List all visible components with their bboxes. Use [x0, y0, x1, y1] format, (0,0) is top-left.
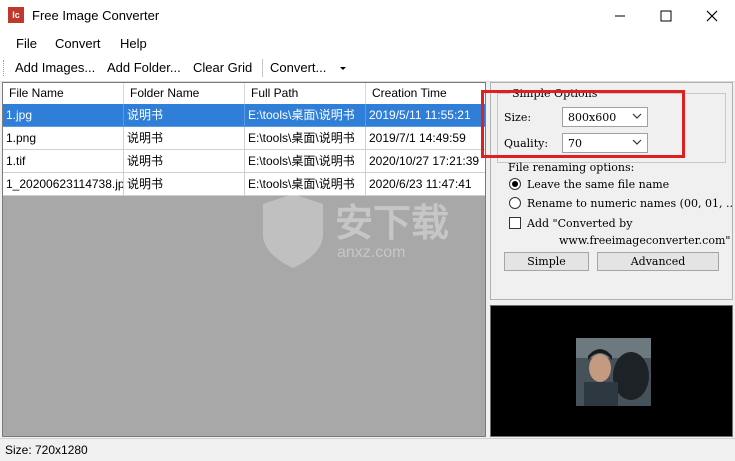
menu-help[interactable]: Help	[120, 36, 147, 51]
minimize-icon	[615, 15, 625, 16]
radio-numeric-label: Rename to numeric names (00, 01, ..	[527, 197, 733, 210]
title-bar: Ic Free Image Converter	[0, 0, 735, 31]
maximize-button[interactable]	[643, 0, 689, 31]
radio-same-label: Leave the same file name	[527, 178, 670, 191]
highlight-box	[481, 90, 685, 158]
image-preview	[490, 305, 733, 437]
cell-folder-name: 说明书	[124, 150, 245, 173]
cell-folder-name: 说明书	[124, 173, 245, 196]
cell-full-path: E:\tools\桌面\说明书	[245, 150, 366, 173]
checkbox-add-label-2: www.freeimageconverter.com"	[559, 234, 731, 247]
add-images-button[interactable]: Add Images...	[15, 60, 95, 75]
preview-thumbnail	[576, 338, 651, 406]
radio-numeric-names[interactable]	[509, 197, 521, 209]
dropdown-arrow-icon	[339, 66, 346, 70]
convert-label: Convert...	[270, 60, 327, 75]
cell-file-name: 1.jpg	[3, 104, 124, 127]
advanced-button[interactable]: Advanced	[597, 252, 719, 271]
maximize-icon	[660, 10, 672, 21]
cell-creation-time: 2019/7/1 14:49:59	[366, 127, 485, 150]
cell-creation-time: 2019/5/11 11:55:21	[366, 104, 485, 127]
minimize-button[interactable]	[597, 0, 643, 31]
app-window: Ic Free Image Converter File Convert Hel…	[0, 0, 735, 461]
watermark: 安下载 anxz.com	[255, 192, 485, 275]
add-folder-button[interactable]: Add Folder...	[107, 60, 181, 75]
column-header-creation-time[interactable]: Creation Time	[366, 83, 485, 104]
cell-file-name: 1.tif	[3, 150, 124, 173]
cell-folder-name: 说明书	[124, 104, 245, 127]
close-icon	[706, 10, 718, 21]
menu-bar: File Convert Help	[0, 31, 735, 55]
clear-grid-button[interactable]: Clear Grid	[193, 60, 252, 75]
menu-convert[interactable]: Convert	[55, 36, 101, 51]
status-bar: Size: 720x1280	[0, 438, 735, 461]
toolbar-separator	[262, 59, 263, 77]
column-header-folder-name[interactable]: Folder Name	[124, 83, 245, 104]
watermark-subtext: anxz.com	[337, 244, 406, 261]
table-row[interactable]: 1.tif 说明书 E:\tools\桌面\说明书 2020/10/27 17:…	[3, 150, 485, 173]
grid-header: File Name Folder Name Full Path Creation…	[3, 83, 485, 105]
checkbox-add-label: Add "Converted by	[527, 217, 633, 230]
convert-dropdown-button[interactable]: Convert...	[270, 60, 348, 75]
toolbar-grip[interactable]	[3, 60, 6, 76]
watermark-text: 安下载	[335, 201, 450, 245]
cell-folder-name: 说明书	[124, 127, 245, 150]
preview-photo	[576, 338, 651, 406]
window-title: Free Image Converter	[32, 8, 160, 23]
radio-same-name[interactable]	[509, 178, 521, 190]
app-logo-icon: Ic	[8, 7, 24, 23]
cell-file-name: 1.png	[3, 127, 124, 150]
checkbox-add-converted[interactable]	[509, 217, 521, 229]
cell-full-path: E:\tools\桌面\说明书	[245, 104, 366, 127]
column-header-full-path[interactable]: Full Path	[245, 83, 366, 104]
close-button[interactable]	[689, 0, 735, 31]
toolbar: Add Images... Add Folder... Clear Grid C…	[0, 55, 735, 82]
table-row[interactable]: 1.jpg 说明书 E:\tools\桌面\说明书 2019/5/11 11:5…	[3, 104, 485, 127]
cell-creation-time: 2020/10/27 17:21:39	[366, 150, 485, 173]
renaming-title: File renaming options:	[508, 161, 635, 174]
cell-full-path: E:\tools\桌面\说明书	[245, 127, 366, 150]
status-size: Size: 720x1280	[5, 443, 88, 457]
cell-file-name: 1_20200623114738.jpg	[3, 173, 124, 196]
column-header-file-name[interactable]: File Name	[3, 83, 124, 104]
simple-button[interactable]: Simple	[504, 252, 589, 271]
table-row[interactable]: 1.png 说明书 E:\tools\桌面\说明书 2019/7/1 14:49…	[3, 127, 485, 150]
menu-file[interactable]: File	[16, 36, 37, 51]
